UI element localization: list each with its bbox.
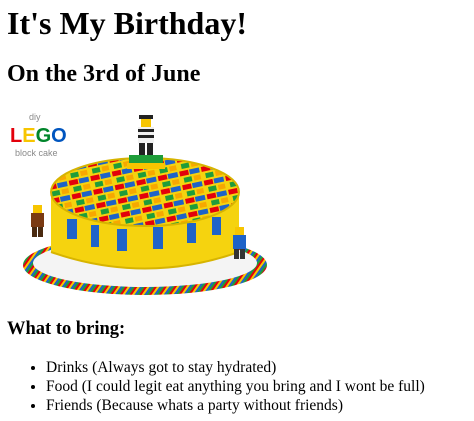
logo-lego-text: LEGO: [10, 125, 67, 147]
logo-diy-text: diy: [29, 112, 41, 122]
logo-block-cake-text: block cake: [15, 148, 58, 158]
list-item: Food (I could legit eat anything you bri…: [46, 377, 425, 396]
bring-list: Drinks (Always got to stay hydrated) Foo…: [7, 358, 425, 415]
page-title: It's My Birthday!: [7, 5, 247, 41]
list-item: Friends (Because whats a party without f…: [46, 396, 425, 415]
page-subtitle: On the 3rd of June: [7, 61, 201, 87]
what-to-bring-heading: What to bring:: [7, 319, 126, 339]
list-item: Drinks (Always got to stay hydrated): [46, 358, 425, 377]
cake-image: diy LEGO block cake: [7, 107, 268, 299]
